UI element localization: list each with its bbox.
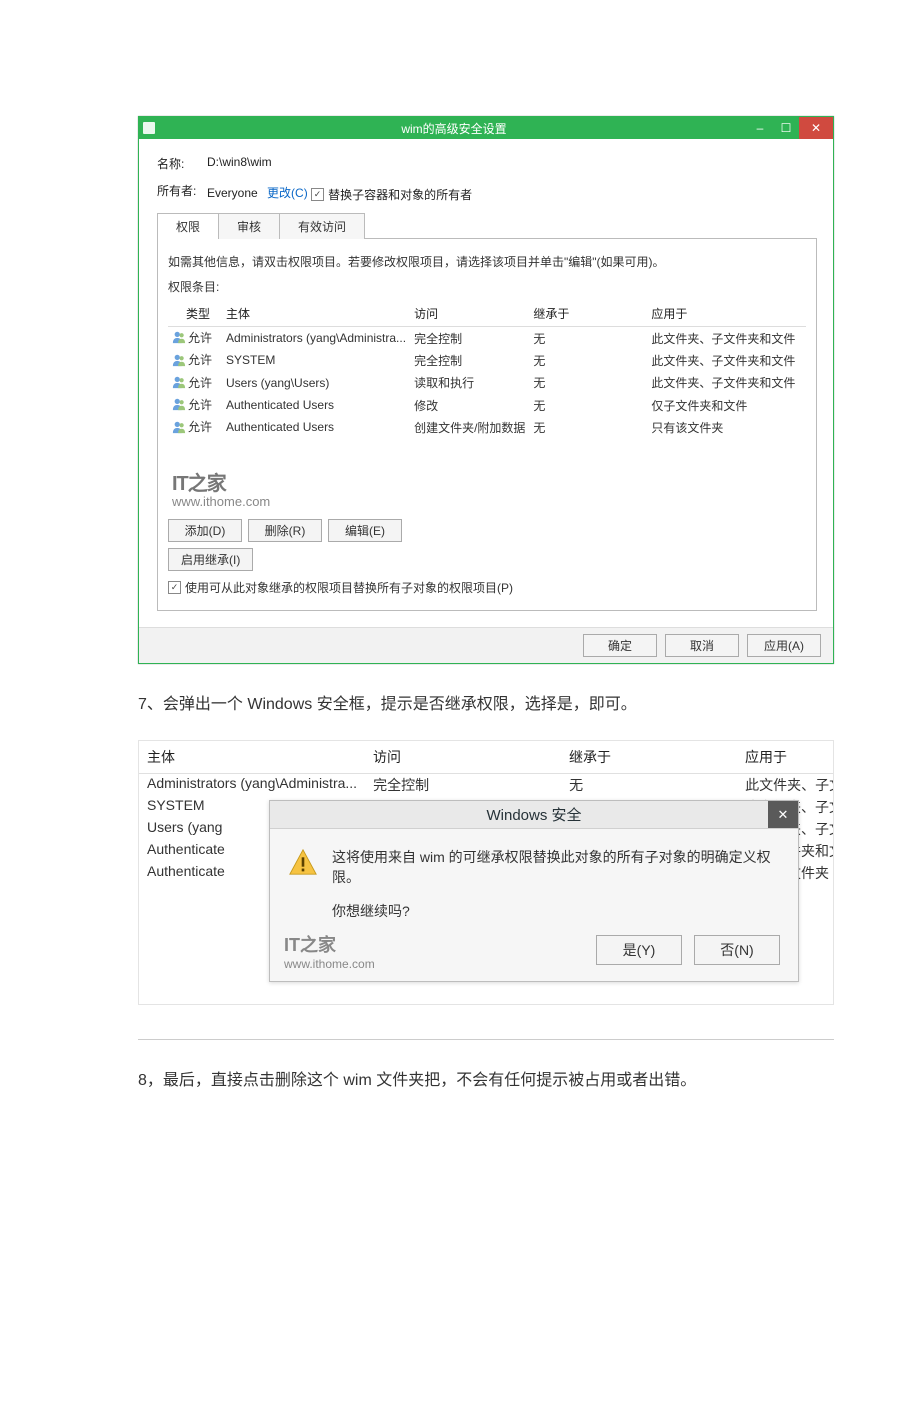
step-7-text: 7、会弹出一个 Windows 安全框，提示是否继承权限，选择是，即可。 <box>138 690 834 720</box>
dialog-button-bar: 确定 取消 应用(A) <box>139 627 833 663</box>
popup-message-1: 这将使用来自 wim 的可继承权限替换此对象的所有子对象的明确定义权限。 <box>332 847 780 887</box>
entries-label: 权限条目: <box>168 278 806 295</box>
bg-table-header: 主体 访问 继承于 应用于 <box>139 741 833 774</box>
watermark: IT之家 www.ithome.com <box>172 467 806 509</box>
add-button[interactable]: 添加(D) <box>168 519 242 542</box>
bg-col-subject: 主体 <box>139 747 365 767</box>
principal-icon <box>172 375 186 392</box>
watermark-url: www.ithome.com <box>172 494 806 509</box>
maximize-button[interactable]: ☐ <box>773 117 799 139</box>
popup-title-text: Windows 安全 <box>486 807 581 824</box>
advanced-security-window: wim的高级安全设置 – ☐ ✕ 名称: D:\win8\wim 所有者: Ev… <box>138 116 834 664</box>
window-title: wim的高级安全设置 <box>161 120 747 137</box>
replace-owner-label: 替换子容器和对象的所有者 <box>328 186 472 203</box>
table-row[interactable]: 允许Authenticated Users修改无仅子文件夹和文件 <box>168 394 806 416</box>
no-button[interactable]: 否(N) <box>694 935 780 965</box>
change-owner-link[interactable]: 更改(C) <box>267 186 308 200</box>
col-subject[interactable]: 主体 <box>222 301 410 327</box>
table-row[interactable]: 允许Administrators (yang\Administra...完全控制… <box>168 327 806 350</box>
apply-button[interactable]: 应用(A) <box>747 634 821 657</box>
titlebar: wim的高级安全设置 – ☐ ✕ <box>139 117 833 139</box>
name-label: 名称: <box>157 155 207 172</box>
principal-icon <box>172 330 186 347</box>
enable-inherit-button[interactable]: 启用继承(I) <box>168 548 253 571</box>
warning-icon <box>288 847 318 921</box>
ok-button[interactable]: 确定 <box>583 634 657 657</box>
hint-text: 如需其他信息，请双击权限项目。若要修改权限项目，请选择该项目并单击"编辑"(如果… <box>168 253 806 270</box>
close-button[interactable]: ✕ <box>799 117 833 139</box>
principal-icon <box>172 397 186 414</box>
separator <box>138 1039 834 1040</box>
security-prompt-screenshot: 主体 访问 继承于 应用于 Administrators (yang\Admin… <box>138 740 834 1005</box>
tab-bar: 权限 审核 有效访问 <box>157 213 817 239</box>
permissions-panel: 如需其他信息，请双击权限项目。若要修改权限项目，请选择该项目并单击"编辑"(如果… <box>157 239 817 611</box>
cancel-button[interactable]: 取消 <box>665 634 739 657</box>
replace-children-label: 使用可从此对象继承的权限项目替换所有子对象的权限项目(P) <box>185 579 513 596</box>
owner-text: Everyone <box>207 186 258 200</box>
table-row: Administrators (yang\Administra...完全控制无此… <box>139 774 833 796</box>
bg-table-rows: Administrators (yang\Administra...完全控制无此… <box>139 774 833 1004</box>
edit-button[interactable]: 编辑(E) <box>328 519 402 542</box>
windows-security-popup: Windows 安全 ✕ 这将使用来自 wim 的可继承权限替换此对象的所有子对… <box>269 800 799 982</box>
bg-col-inherit: 继承于 <box>561 747 737 767</box>
replace-owner-checkbox[interactable]: ✓ <box>311 188 324 201</box>
tab-effective[interactable]: 有效访问 <box>279 213 365 239</box>
popup-watermark-url: www.ithome.com <box>284 957 375 971</box>
col-access[interactable]: 访问 <box>410 301 529 327</box>
popup-watermark-logo: IT之家 <box>284 931 375 957</box>
popup-close-button[interactable]: ✕ <box>768 801 798 828</box>
app-icon <box>143 122 155 134</box>
yes-button[interactable]: 是(Y) <box>596 935 682 965</box>
owner-label: 所有者: <box>157 182 207 199</box>
owner-value: Everyone 更改(C) ✓ 替换子容器和对象的所有者 <box>207 182 817 203</box>
tab-permissions[interactable]: 权限 <box>157 213 219 239</box>
popup-watermark: IT之家 www.ithome.com <box>284 931 375 971</box>
principal-icon <box>172 420 186 437</box>
col-inherit[interactable]: 继承于 <box>529 301 647 327</box>
name-value: D:\win8\wim <box>207 155 817 169</box>
tab-audit[interactable]: 审核 <box>218 213 280 239</box>
bg-col-access: 访问 <box>365 747 561 767</box>
popup-message-2: 你想继续吗? <box>332 901 780 921</box>
replace-children-checkbox[interactable]: ✓ <box>168 581 181 594</box>
watermark-logo: IT之家 <box>172 467 806 496</box>
table-row[interactable]: 允许SYSTEM完全控制无此文件夹、子文件夹和文件 <box>168 349 806 371</box>
bg-col-apply: 应用于 <box>737 747 833 767</box>
popup-titlebar: Windows 安全 ✕ <box>270 801 798 829</box>
col-type[interactable]: 类型 <box>168 301 222 327</box>
principal-icon <box>172 353 186 370</box>
col-apply[interactable]: 应用于 <box>647 301 806 327</box>
table-row[interactable]: 允许Users (yang\Users)读取和执行无此文件夹、子文件夹和文件 <box>168 372 806 394</box>
permissions-table: 类型 主体 访问 继承于 应用于 允许Administrators (yang\… <box>168 301 806 439</box>
remove-button[interactable]: 删除(R) <box>248 519 322 542</box>
table-row[interactable]: 允许Authenticated Users创建文件夹/附加数据无只有该文件夹 <box>168 416 806 438</box>
minimize-button[interactable]: – <box>747 117 773 139</box>
step-8-text: 8，最后，直接点击删除这个 wim 文件夹把，不会有任何提示被占用或者出错。 <box>138 1066 834 1096</box>
